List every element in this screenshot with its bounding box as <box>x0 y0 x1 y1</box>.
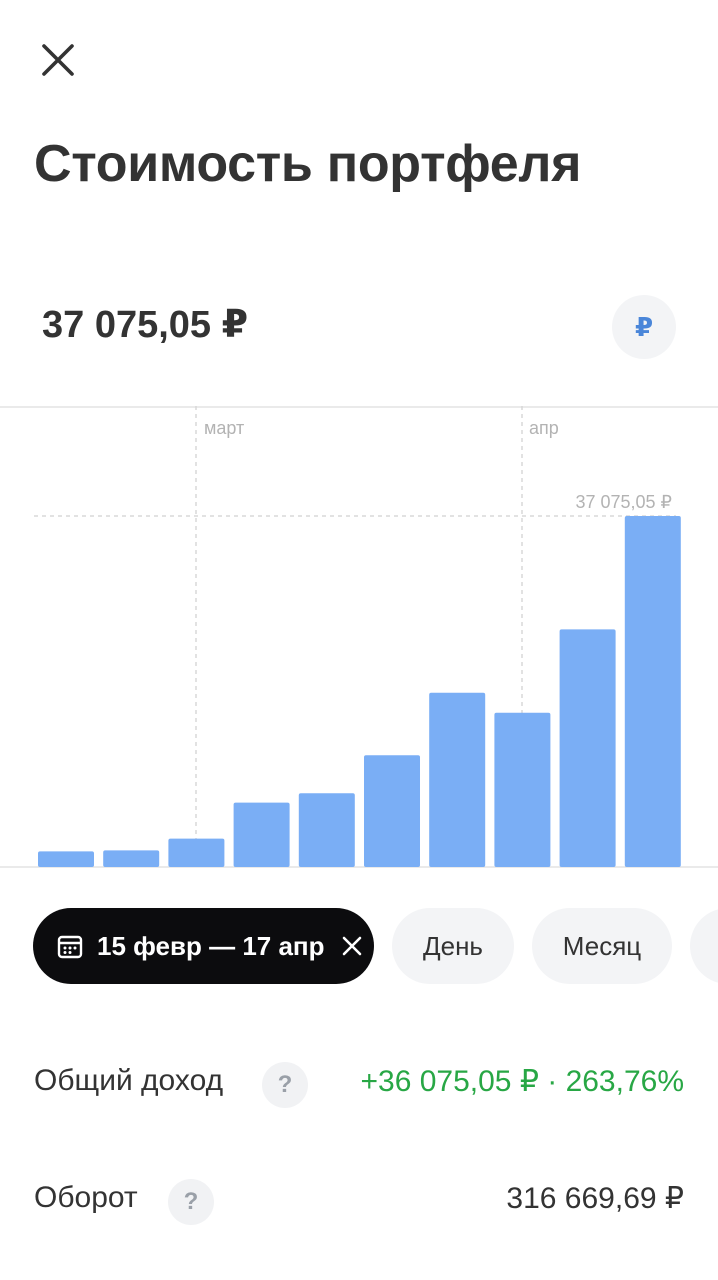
income-value: +36 075,05 ₽ · 263,76% <box>360 1065 685 1098</box>
portfolio-value: 37 075,05 ₽ <box>42 304 249 346</box>
income-help-icon[interactable]: ? <box>262 1062 308 1108</box>
help-glyph: ? <box>183 1188 199 1215</box>
more-filter-button[interactable] <box>690 908 718 984</box>
chart-bar[interactable] <box>494 712 551 867</box>
close-button[interactable] <box>30 32 86 88</box>
income-label: Общий доход <box>34 1064 224 1097</box>
turnover-help-icon[interactable]: ? <box>168 1179 214 1225</box>
month-label-mart: март <box>204 418 244 438</box>
clear-range-icon[interactable] <box>341 935 363 957</box>
date-range-chip[interactable]: 15 февр — 17 апр <box>33 908 374 984</box>
chart-bar[interactable] <box>624 516 681 867</box>
turnover-label: Оборот <box>34 1181 138 1214</box>
chart-bar[interactable] <box>38 851 94 867</box>
chart-bar[interactable] <box>429 692 486 867</box>
chart-bar[interactable] <box>103 850 160 867</box>
ruble-icon: ₽ <box>634 311 654 342</box>
day-filter-button[interactable]: День <box>392 908 514 984</box>
calendar-icon <box>57 935 83 959</box>
period-filters: 15 февр — 17 апр День Месяц <box>0 908 718 986</box>
help-glyph: ? <box>277 1071 293 1098</box>
date-range-label: 15 февр — 17 апр <box>97 930 325 961</box>
chart-bar[interactable] <box>364 755 420 867</box>
month-filter-label: Месяц <box>562 930 642 961</box>
chart-bar[interactable] <box>559 629 616 867</box>
chart-bar[interactable] <box>233 802 290 867</box>
page-title: Стоимость портфеля <box>34 135 582 193</box>
day-filter-label: День <box>423 930 483 961</box>
max-value-label: 37 075,05 ₽ <box>575 492 672 512</box>
portfolio-chart: март апр 37 075,05 ₽ <box>0 406 718 868</box>
turnover-value: 316 669,69 ₽ <box>506 1182 684 1215</box>
chart-bar[interactable] <box>168 838 225 867</box>
month-filter-button[interactable]: Месяц <box>532 908 672 984</box>
currency-button[interactable]: ₽ <box>612 295 676 359</box>
chart-bar[interactable] <box>298 793 355 867</box>
close-icon <box>42 44 74 76</box>
month-label-apr: апр <box>529 418 559 438</box>
